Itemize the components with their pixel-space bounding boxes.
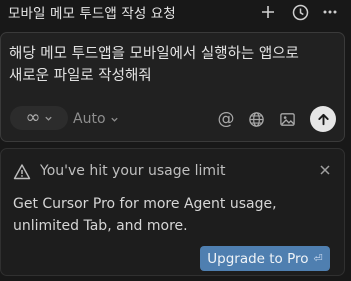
send-button[interactable] [310, 106, 336, 132]
plus-icon[interactable] [258, 2, 278, 22]
image-icon[interactable] [276, 108, 298, 130]
more-icon[interactable] [320, 2, 340, 22]
chevron-down-icon [44, 116, 52, 121]
arrow-up-icon [317, 113, 329, 125]
history-icon[interactable] [290, 2, 310, 22]
chat-header: 모바일 메모 투드앱 작성 요청 [0, 0, 351, 26]
model-label: Auto [73, 111, 106, 127]
usage-limit-message: Get Cursor Pro for more Agent usage, unl… [13, 196, 277, 234]
upgrade-label: Upgrade to Pro [207, 250, 309, 267]
chat-title[interactable]: 모바일 메모 투드앱 작성 요청 [8, 2, 176, 22]
warning-icon [13, 163, 31, 181]
mode-selector[interactable]: ∞ [10, 106, 68, 130]
prompt-input[interactable]: 해당 메모 투드앱을 모바일에서 실행하는 앱으로 새로운 파일로 작성해줘 [9, 43, 339, 87]
model-selector[interactable]: Auto [73, 108, 119, 130]
close-icon[interactable] [316, 161, 334, 179]
enter-icon: ⏎ [313, 252, 323, 265]
usage-limit-title: You've hit your usage limit [40, 163, 226, 179]
at-icon[interactable]: @ [215, 108, 237, 130]
infinity-icon: ∞ [25, 107, 41, 128]
chevron-down-icon [110, 117, 118, 122]
globe-icon[interactable] [245, 108, 267, 130]
upgrade-button[interactable]: Upgrade to Pro ⏎ [200, 246, 330, 271]
